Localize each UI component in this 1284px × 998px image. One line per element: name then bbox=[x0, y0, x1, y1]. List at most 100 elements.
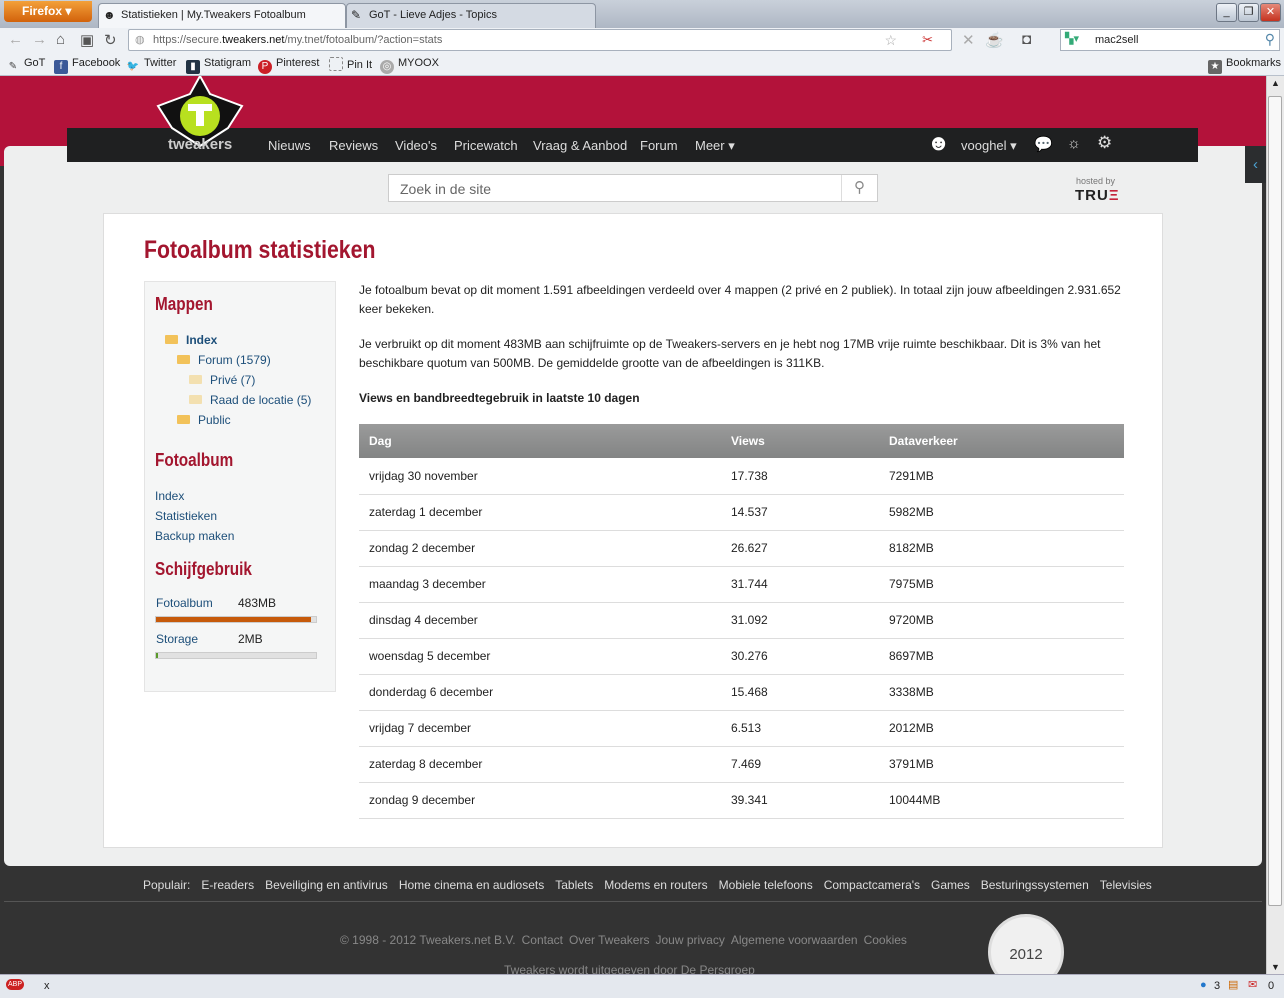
cell-views: 26.627 bbox=[721, 530, 879, 567]
home-icon[interactable]: ⌂ bbox=[56, 31, 65, 48]
notification-icon[interactable]: ● bbox=[1200, 979, 1207, 991]
table-row: zaterdag 1 december 14.537 5982MB bbox=[359, 494, 1124, 531]
footer-link[interactable]: Over Tweakers bbox=[569, 933, 649, 947]
true-logo[interactable]: TRUΞ bbox=[1075, 187, 1119, 204]
footer-popular-link[interactable]: Compactcamera's bbox=[824, 878, 920, 892]
footer-popular-link[interactable]: Games bbox=[931, 878, 970, 892]
col-dataverkeer: Dataverkeer bbox=[879, 424, 1124, 458]
folder-open-icon bbox=[165, 335, 178, 344]
side-panel-toggle-chevron-left-icon[interactable]: ‹ bbox=[1245, 146, 1266, 183]
nav-pricewatch[interactable]: Pricewatch bbox=[454, 138, 518, 153]
search-engine-box[interactable]: ▚▾ mac2sell ⚲ bbox=[1060, 29, 1280, 51]
footer-popular-link[interactable]: Beveiliging en antivirus bbox=[265, 878, 388, 892]
folder-prive[interactable]: Privé (7) bbox=[189, 373, 255, 387]
footer-popular-link[interactable]: Besturingssystemen bbox=[981, 878, 1089, 892]
search-icon[interactable]: ⚲ bbox=[841, 175, 877, 201]
footer-popular-link[interactable]: Televisies bbox=[1100, 878, 1152, 892]
nav-reviews[interactable]: Reviews bbox=[329, 138, 378, 153]
magnifier-icon[interactable]: ⚲ bbox=[1265, 31, 1275, 48]
link-statistieken[interactable]: Statistieken bbox=[155, 509, 217, 523]
footer-divider bbox=[4, 901, 1262, 902]
bookmarks-toolbar: ✎ GoT f Facebook 🐦 Twitter ▮ Statigram P Pint… bbox=[0, 52, 1284, 76]
nav-forum[interactable]: Forum bbox=[640, 138, 678, 153]
reload-icon[interactable]: ↻ bbox=[104, 31, 117, 49]
footer-link[interactable]: Cookies bbox=[864, 933, 907, 947]
link-backup-maken[interactable]: Backup maken bbox=[155, 529, 234, 543]
nav-nieuws[interactable]: Nieuws bbox=[268, 138, 311, 153]
forward-icon[interactable]: → bbox=[32, 31, 47, 48]
tab-got[interactable]: ✎ GoT - Lieve Adjes - Topics bbox=[346, 3, 596, 28]
gmail-icon[interactable]: ✉ bbox=[1248, 978, 1257, 991]
footer-popular-link[interactable]: Tablets bbox=[555, 878, 593, 892]
bookmark-pinit[interactable]: Pin It bbox=[329, 57, 372, 71]
stats-main: Je fotoalbum bevat op dit moment 1.591 a… bbox=[359, 281, 1124, 819]
pocket-icon[interactable]: ◘ bbox=[1022, 31, 1031, 48]
chat-icon[interactable]: 💬 bbox=[1034, 135, 1053, 153]
settings-gear-icon[interactable]: ⚙ bbox=[1097, 133, 1112, 153]
cell-day: zaterdag 8 december bbox=[359, 746, 721, 783]
nav-meer[interactable]: Meer ▾ bbox=[695, 138, 735, 154]
usage-fotoalbum-value: 483MB bbox=[238, 596, 277, 610]
cell-views: 6.513 bbox=[721, 710, 879, 747]
bookmark-facebook[interactable]: f Facebook bbox=[54, 57, 120, 74]
scissors-icon[interactable]: ✂ bbox=[922, 32, 933, 48]
bookmark-star-icon[interactable]: ☆ bbox=[884, 32, 897, 49]
fotoalbum-heading: Fotoalbum bbox=[155, 450, 234, 470]
folder-forum[interactable]: Forum (1579) bbox=[177, 353, 271, 367]
downloads-icon[interactable]: ▣ bbox=[80, 31, 94, 49]
tab-title: Statistieken | My.Tweakers Fotoalbum bbox=[121, 9, 306, 21]
footer-link[interactable]: Jouw privacy bbox=[655, 933, 724, 947]
nav-vraag-aanbod[interactable]: Vraag & Aanbod bbox=[533, 138, 627, 153]
nav-videos[interactable]: Video's bbox=[395, 138, 437, 153]
footer-popular-link[interactable]: Modems en routers bbox=[604, 878, 707, 892]
minimize-button[interactable]: _ bbox=[1216, 3, 1237, 22]
bookmark-got[interactable]: ✎ GoT bbox=[6, 57, 46, 74]
status-close[interactable]: x bbox=[44, 980, 50, 992]
cell-data: 8697MB bbox=[879, 638, 1124, 675]
footer-popular-link[interactable]: Home cinema en audiosets bbox=[399, 878, 544, 892]
gmail-count: 0 bbox=[1268, 980, 1275, 992]
folder-raad-de-locatie[interactable]: Raad de locatie (5) bbox=[189, 393, 311, 407]
clipboard-icon[interactable]: ▤ bbox=[1228, 978, 1238, 991]
footer-link[interactable]: Algemene voorwaarden bbox=[731, 933, 858, 947]
url-bar[interactable]: ◍ https://secure.tweakers.net/my.tnet/fot… bbox=[128, 29, 952, 51]
stop-icon[interactable]: ✕ bbox=[962, 31, 975, 49]
cell-data: 7975MB bbox=[879, 566, 1124, 603]
bookmark-statigram[interactable]: ▮ Statigram bbox=[186, 57, 251, 74]
table-row: maandag 3 december 31.744 7975MB bbox=[359, 566, 1124, 603]
close-window-button[interactable]: ✕ bbox=[1260, 3, 1281, 22]
footer-link[interactable]: Contact bbox=[522, 933, 563, 947]
scroll-down-icon[interactable]: ▼ bbox=[1271, 962, 1280, 972]
cell-data: 3791MB bbox=[879, 746, 1124, 783]
back-icon[interactable]: ← bbox=[8, 31, 23, 48]
table-row: woensdag 5 december 30.276 8697MB bbox=[359, 638, 1124, 675]
footer-popular-link[interactable]: Mobiele telefoons bbox=[719, 878, 813, 892]
cell-day: vrijdag 30 november bbox=[359, 458, 721, 495]
firefox-menu-button[interactable]: Firefox ▾ bbox=[4, 1, 92, 22]
site-search-input[interactable]: Zoek in de site ⚲ bbox=[388, 174, 878, 202]
avatar[interactable]: ☻ bbox=[927, 130, 950, 156]
restore-button[interactable]: ❐ bbox=[1238, 3, 1259, 22]
bookmarks-menu[interactable]: ★ Bookmarks bbox=[1208, 57, 1281, 74]
scrollbar-thumb[interactable] bbox=[1268, 96, 1282, 906]
folder-icon bbox=[177, 415, 190, 424]
coffee-icon[interactable]: ☕ bbox=[985, 31, 1004, 49]
folder-public[interactable]: Public bbox=[177, 413, 231, 427]
footer-popular-link[interactable]: E-readers bbox=[201, 878, 254, 892]
tab-statistieken[interactable]: ☻ Statistieken | My.Tweakers Fotoalbum bbox=[98, 3, 346, 28]
url-host: https://secure. bbox=[153, 34, 223, 46]
footer-copyright-links: © 1998 - 2012 Tweakers.net B.V. Contact Ov… bbox=[340, 933, 913, 947]
folder-index[interactable]: Index bbox=[165, 333, 217, 347]
user-menu[interactable]: vooghel ▾ bbox=[961, 138, 1017, 154]
folder-label: Privé (7) bbox=[210, 373, 256, 387]
bookmark-twitter[interactable]: 🐦 Twitter bbox=[126, 57, 177, 74]
copyright-text: © 1998 - 2012 Tweakers.net B.V. bbox=[340, 933, 516, 947]
bookmark-pinterest[interactable]: P Pinterest bbox=[258, 57, 319, 74]
hosted-by-label: hosted by bbox=[1076, 176, 1116, 186]
footer-publisher: Tweakers wordt uitgegeven door De Persgr… bbox=[504, 963, 755, 974]
scroll-up-icon[interactable]: ▲ bbox=[1271, 78, 1280, 88]
bookmark-myoox[interactable]: ◎ MYOOX bbox=[380, 57, 439, 74]
link-index[interactable]: Index bbox=[155, 489, 184, 503]
brightness-icon[interactable]: ☼ bbox=[1067, 135, 1081, 152]
adblock-icon[interactable]: ABP bbox=[6, 979, 25, 990]
